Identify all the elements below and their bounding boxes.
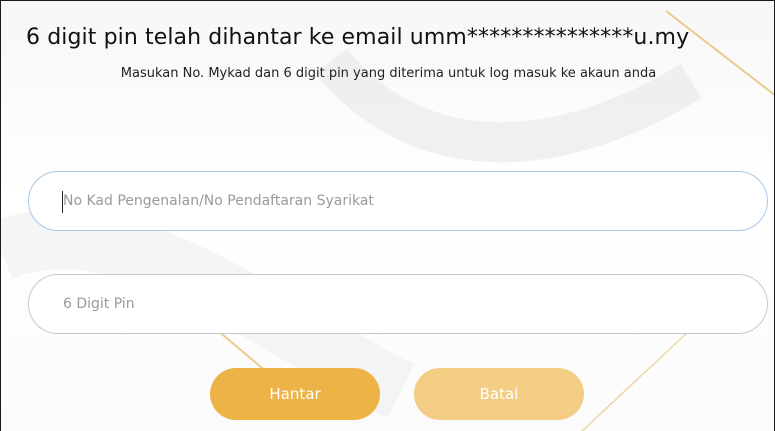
page-title: 6 digit pin telah dihantar ke email umm*… [26,25,690,50]
pin-input[interactable] [29,275,767,333]
text-cursor [62,191,63,213]
ic-number-input[interactable] [29,172,767,230]
submit-button[interactable]: Hantar [210,368,380,420]
login-pin-panel: 6 digit pin telah dihantar ke email umm*… [0,0,775,431]
cancel-button[interactable]: Batal [414,368,584,420]
ic-number-field[interactable] [28,171,768,231]
pin-field[interactable] [28,274,768,334]
page-instruction: Masukan No. Mykad dan 6 digit pin yang d… [120,66,657,81]
